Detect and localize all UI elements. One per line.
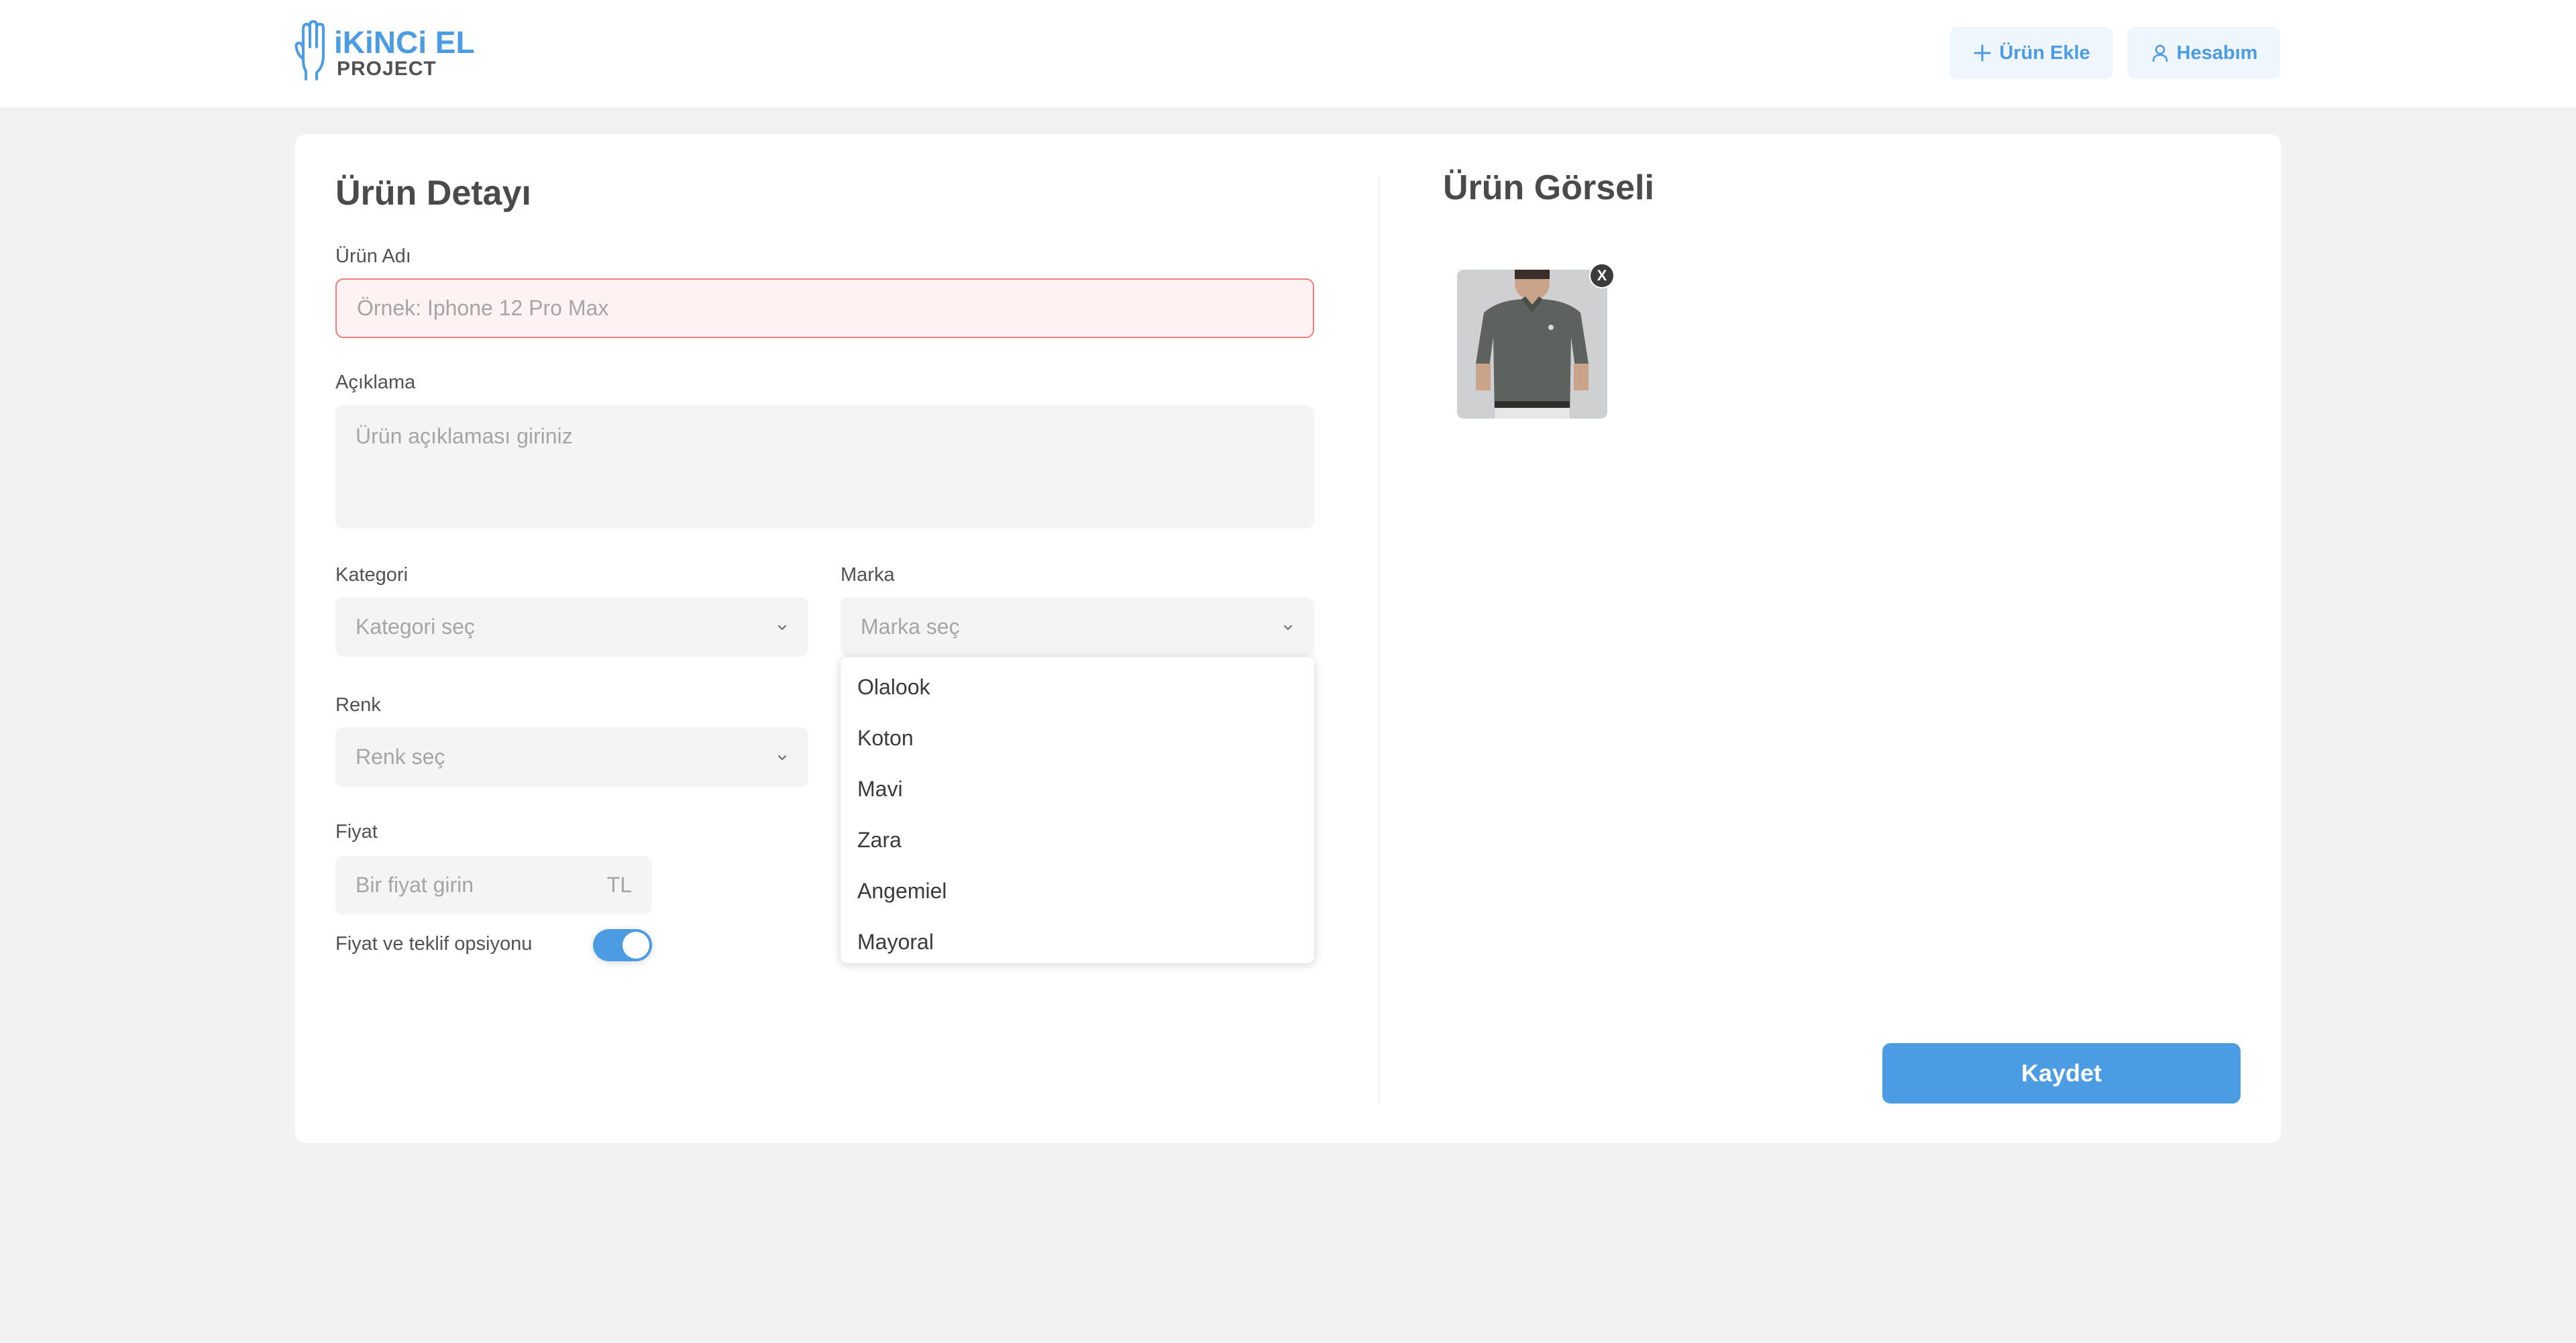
brand-placeholder: Marka seç [861, 614, 960, 639]
product-name-input[interactable]: Örnek: Iphone 12 Pro Max [335, 278, 1314, 338]
chevron-down-icon [777, 625, 787, 630]
color-placeholder: Renk seç [356, 745, 445, 769]
brand-dropdown-menu: Olalook Koton Mavi Zara Angemiel Mayoral [841, 657, 1314, 963]
chevron-down-icon [1283, 625, 1293, 630]
save-button-label: Kaydet [2021, 1059, 2102, 1087]
plus-icon [1974, 44, 1991, 62]
column-divider [1379, 176, 1380, 1102]
form-title: Ürün Detayı [335, 174, 531, 213]
logo-title: iKiNCi EL [334, 25, 475, 60]
description-placeholder: Ürün açıklaması giriniz [356, 424, 573, 448]
brand-select[interactable]: Marka seç [841, 597, 1314, 657]
top-navbar: iKiNCi EL PROJECT Ürün Ekle Hesabım [0, 0, 2576, 107]
add-product-label: Ürün Ekle [1999, 42, 2090, 64]
description-label: Açıklama [335, 372, 416, 393]
brand-option[interactable]: Zara [857, 824, 902, 856]
toggle-knob [623, 932, 649, 959]
account-button[interactable]: Hesabım [2127, 27, 2280, 79]
brand-option[interactable]: Mayoral [857, 926, 934, 958]
category-select[interactable]: Kategori seç [335, 597, 808, 657]
logo[interactable]: iKiNCi EL PROJECT [292, 20, 494, 82]
remove-image-button[interactable]: X [1589, 263, 1615, 288]
color-label: Renk [335, 694, 381, 716]
save-button[interactable]: Kaydet [1882, 1043, 2241, 1104]
brand-label: Marka [841, 564, 895, 586]
hand-logo-icon [294, 20, 325, 80]
image-section-title: Ürün Görseli [1443, 168, 1654, 207]
product-name-placeholder: Örnek: Iphone 12 Pro Max [357, 296, 609, 320]
offer-toggle-label: Fiyat ve teklif opsiyonu [335, 933, 533, 955]
currency-suffix: TL [606, 873, 632, 897]
offer-toggle[interactable] [593, 929, 652, 961]
category-placeholder: Kategori seç [356, 614, 475, 639]
brand-option[interactable]: Olalook [857, 671, 930, 703]
brand-option[interactable]: Mavi [857, 773, 903, 805]
chevron-down-icon [777, 755, 787, 760]
brand-option[interactable]: Koton [857, 722, 914, 754]
close-icon: X [1597, 267, 1607, 284]
account-label: Hesabım [2176, 42, 2258, 64]
product-photo [1457, 270, 1607, 419]
user-icon [2152, 44, 2167, 62]
brand-option[interactable]: Angemiel [857, 875, 947, 907]
add-product-button[interactable]: Ürün Ekle [1949, 27, 2113, 79]
product-image-thumbnail[interactable] [1457, 270, 1607, 419]
price-placeholder: Bir fiyat girin [356, 873, 474, 897]
description-textarea[interactable]: Ürün açıklaması giriniz [335, 405, 1314, 529]
price-input[interactable]: Bir fiyat girin TL [335, 856, 652, 914]
name-label: Ürün Adı [335, 246, 411, 267]
category-label: Kategori [335, 564, 409, 586]
color-select[interactable]: Renk seç [335, 727, 808, 787]
price-label: Fiyat [335, 821, 378, 843]
logo-subtitle: PROJECT [337, 58, 437, 80]
